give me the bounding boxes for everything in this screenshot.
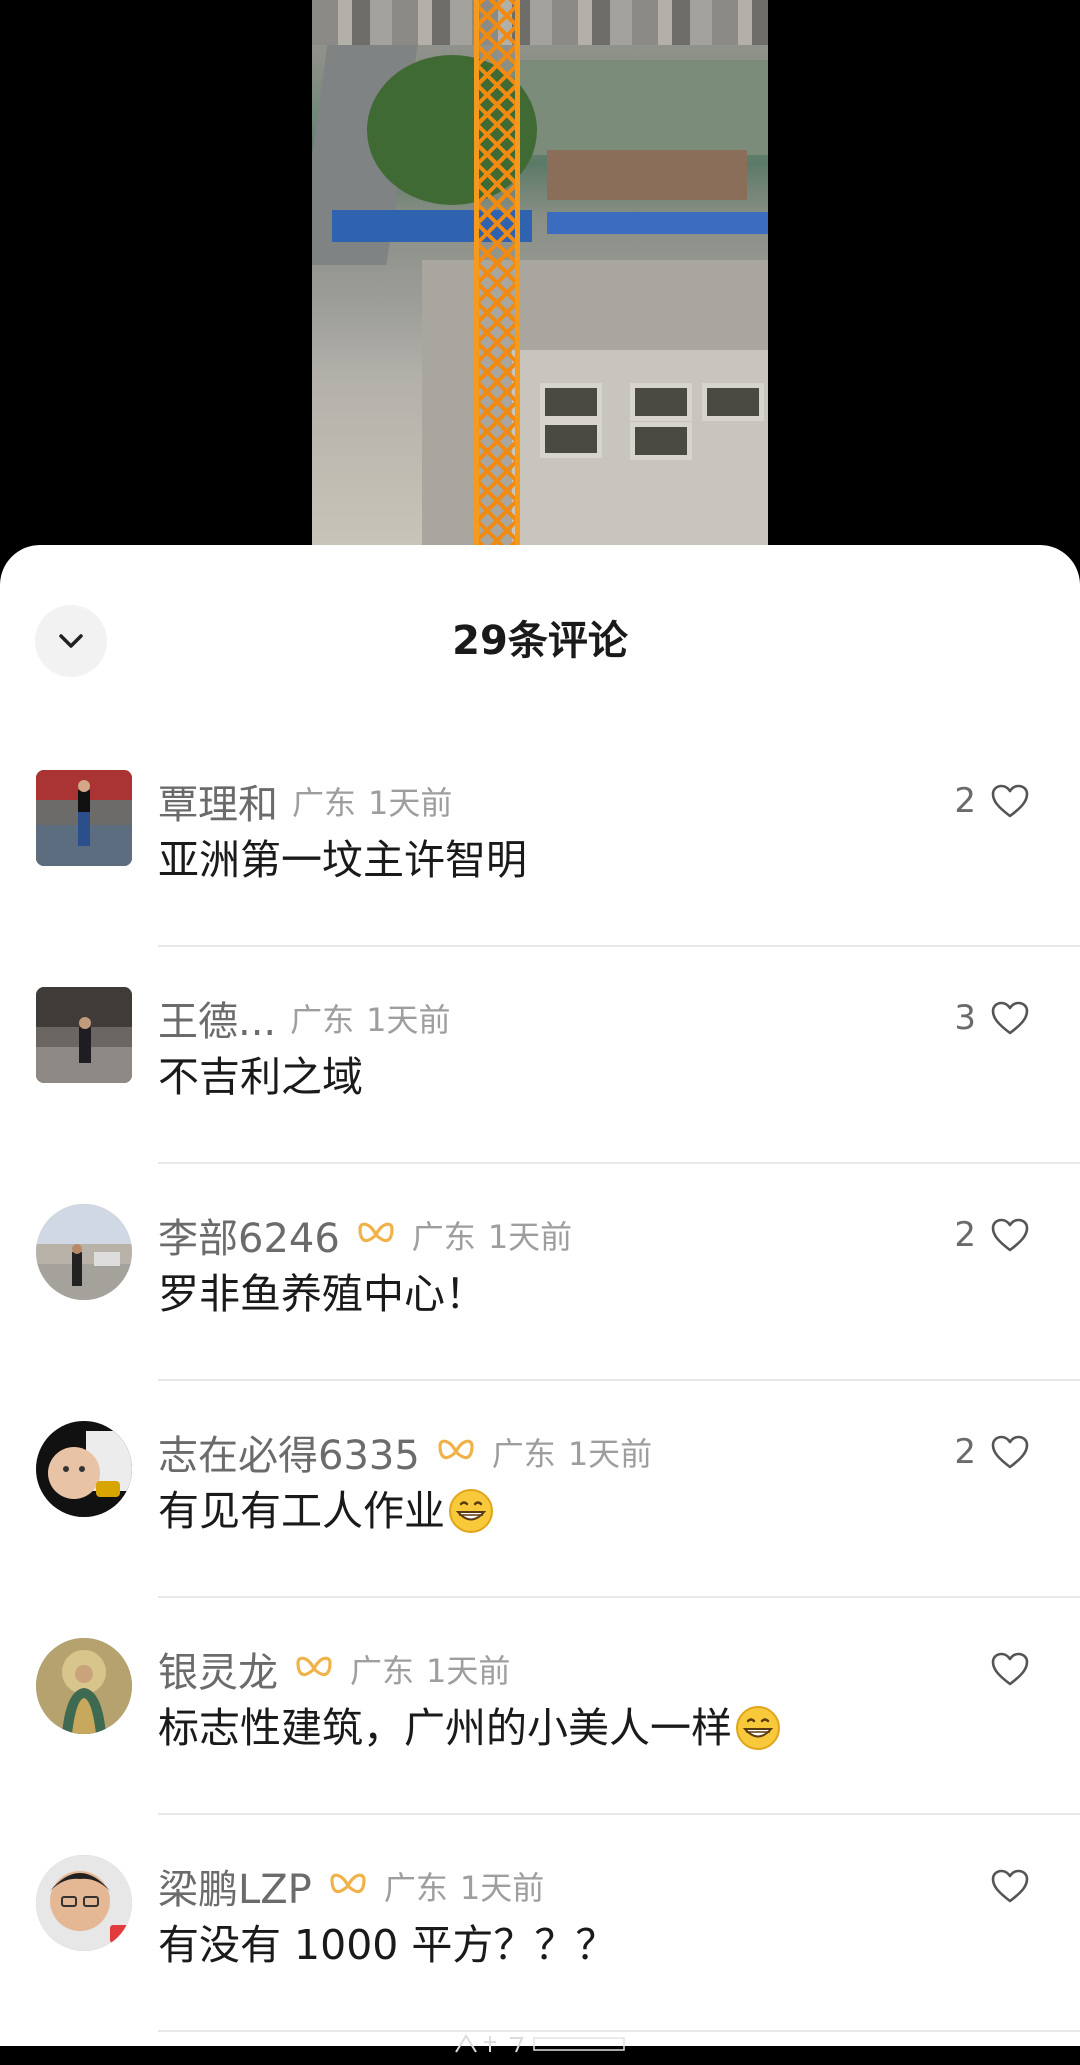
video-buildings: [312, 0, 768, 45]
comment-sheet: 29条评论 覃理和 广东 1天前 亚洲第一坟主许智明 2 王德... 广东 1天…: [0, 545, 1080, 2053]
location-tag: 广东: [290, 1001, 355, 1039]
infinity-badge-icon: [330, 1873, 366, 1894]
video-river: [512, 60, 768, 155]
video-pit-hole: [702, 383, 764, 421]
comment-text: 亚洲第一坟主许智明: [158, 830, 527, 890]
like-button[interactable]: [976, 1861, 1030, 1911]
location-tag: 广东: [491, 1435, 556, 1473]
comment-item[interactable]: 银灵龙 广东 1天前 标志性建筑，广州的小美人一样: [0, 1598, 1080, 1815]
comment-text-content: 不吉利之域: [158, 1053, 363, 1101]
comment-text-content: 有没有 1000 平方？？？: [158, 1921, 617, 1969]
username[interactable]: 王德...: [158, 989, 276, 1047]
video-tower-crane: [474, 0, 520, 545]
comment-text-content: 标志性建筑，广州的小美人一样: [158, 1704, 732, 1752]
video-pit-hole: [630, 422, 692, 460]
creator-badge: [354, 1217, 398, 1253]
comment-text: 标志性建筑，广州的小美人一样: [158, 1698, 782, 1758]
comment-meta: 银灵龙 广东 1天前: [158, 1640, 510, 1698]
watermark-logo: [0, 2030, 1080, 2065]
comment-text-content: 亚洲第一坟主许智明: [158, 836, 527, 884]
like-count: 2: [954, 781, 976, 821]
like-button[interactable]: [976, 1644, 1030, 1694]
comment-text: 有没有 1000 平方？？？: [158, 1915, 616, 1975]
timestamp: 1天前: [368, 784, 453, 822]
comment-item[interactable]: 王德... 广东 1天前 不吉利之域 3: [0, 947, 1080, 1164]
comment-text: 罗非鱼养殖中心！: [158, 1264, 486, 1324]
like-count: 2: [954, 1432, 976, 1472]
username[interactable]: 银灵龙: [158, 1640, 278, 1698]
creator-badge: [434, 1434, 478, 1470]
comment-meta: 李部6246 广东 1天前: [158, 1206, 572, 1264]
like-button[interactable]: 2: [954, 1210, 1030, 1260]
avatar[interactable]: [36, 1204, 132, 1300]
heart-icon: [991, 784, 1029, 818]
grinning-emoji-icon: [736, 1706, 780, 1750]
like-count: 2: [954, 1215, 976, 1255]
heart-icon: [991, 1435, 1029, 1469]
infinity-badge-icon: [438, 1439, 474, 1460]
heart-icon: [991, 1218, 1029, 1252]
comment-text: 不吉利之域: [158, 1047, 363, 1107]
avatar[interactable]: [36, 1421, 132, 1517]
like-button[interactable]: 3: [954, 993, 1030, 1043]
username[interactable]: 李部6246: [158, 1206, 340, 1264]
video-pit-hole: [540, 383, 602, 421]
comment-meta: 覃理和 广东 1天前: [158, 772, 452, 830]
video-frame[interactable]: [312, 0, 768, 545]
video-pit-hole: [630, 383, 692, 421]
video-pit-hole: [540, 420, 602, 458]
timestamp: 1天前: [459, 1869, 545, 1907]
avatar[interactable]: [36, 770, 132, 866]
location-tag: 广东: [411, 1218, 476, 1256]
avatar[interactable]: [36, 987, 132, 1083]
comments-title: 29条评论: [452, 618, 628, 664]
heart-icon: [991, 1001, 1029, 1035]
avatar[interactable]: [36, 1638, 132, 1734]
video-brick-building: [547, 150, 747, 200]
location-tag: 广东: [350, 1652, 415, 1690]
avatar[interactable]: [36, 1855, 132, 1951]
comment-text: 有见有工人作业: [158, 1481, 495, 1541]
username[interactable]: 梁鹏LZP: [158, 1857, 312, 1915]
username[interactable]: 覃理和: [158, 772, 278, 830]
timestamp: 1天前: [487, 1218, 573, 1256]
comment-meta: 志在必得6335 广东 1天前: [158, 1423, 652, 1481]
comment-meta: 梁鹏LZP 广东 1天前: [158, 1857, 544, 1915]
infinity-badge-icon: [358, 1222, 394, 1243]
comment-item[interactable]: 李部6246 广东 1天前 罗非鱼养殖中心！ 2: [0, 1164, 1080, 1381]
like-button[interactable]: 2: [954, 1427, 1030, 1477]
location-tag: 广东: [383, 1869, 448, 1907]
infinity-badge-icon: [296, 1656, 332, 1677]
heart-icon: [991, 1652, 1029, 1686]
heart-icon: [991, 1869, 1029, 1903]
like-count: 3: [954, 998, 976, 1038]
timestamp: 1天前: [366, 1001, 451, 1039]
creator-badge: [326, 1868, 370, 1904]
comment-text-content: 罗非鱼养殖中心！: [158, 1270, 486, 1318]
location-tag: 广东: [292, 784, 357, 822]
comment-text-content: 有见有工人作业: [158, 1487, 445, 1535]
grinning-emoji-icon: [449, 1489, 493, 1533]
like-button[interactable]: 2: [954, 776, 1030, 826]
comment-meta: 王德... 广东 1天前: [158, 989, 451, 1047]
video-blue-building: [547, 212, 768, 234]
comment-item[interactable]: 梁鹏LZP 广东 1天前 有没有 1000 平方？？？: [0, 1815, 1080, 2032]
creator-badge: [292, 1651, 336, 1687]
comment-item[interactable]: 覃理和 广东 1天前 亚洲第一坟主许智明 2: [0, 730, 1080, 947]
username[interactable]: 志在必得6335: [158, 1423, 420, 1481]
timestamp: 1天前: [567, 1435, 653, 1473]
video-player[interactable]: [0, 0, 1080, 560]
timestamp: 1天前: [426, 1652, 511, 1690]
comment-item[interactable]: 志在必得6335 广东 1天前 有见有工人作业 2: [0, 1381, 1080, 1598]
